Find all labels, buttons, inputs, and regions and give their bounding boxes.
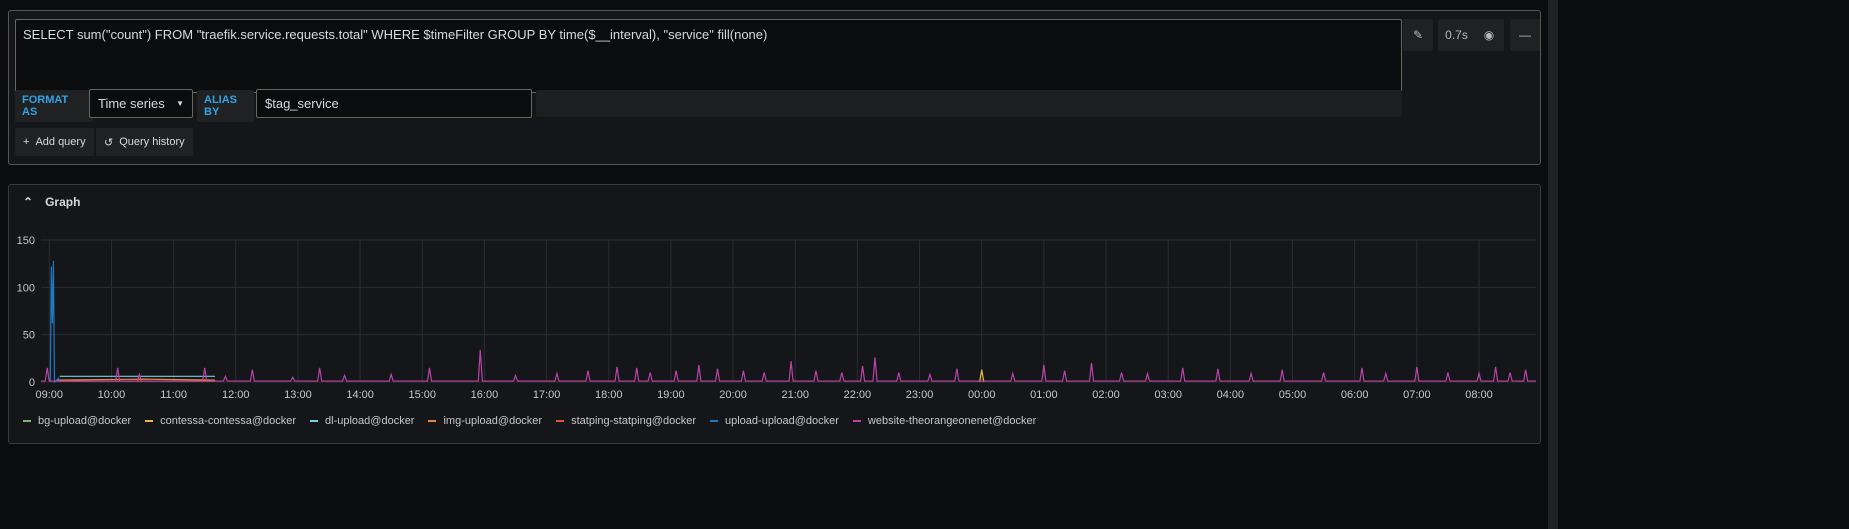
series-line-upload-upload	[49, 260, 61, 384]
edit-mode-button[interactable]: ✎	[1403, 19, 1433, 51]
x-tick-label: 06:00	[1341, 389, 1369, 401]
legend-label: bg-upload@docker	[38, 415, 132, 427]
series-color-swatch	[556, 420, 565, 422]
x-tick-label: 17:00	[533, 389, 561, 401]
legend-item[interactable]: bg-upload@docker	[23, 415, 131, 427]
graph-header[interactable]: ⌃ Graph	[23, 195, 80, 209]
x-tick-label: 05:00	[1279, 389, 1307, 401]
legend-label: upload-upload@docker	[725, 415, 839, 427]
x-tick-label: 15:00	[408, 389, 436, 401]
x-tick-label: 18:00	[595, 389, 623, 401]
x-tick-label: 12:00	[222, 389, 250, 401]
legend-item[interactable]: website-theorangeonenet@docker	[852, 415, 1037, 427]
legend-item[interactable]: statping-statping@docker	[556, 415, 696, 427]
graph-panel: ⌃ Graph 0 50 100 150 09:00 10:00 11:00 12:00 13:0…	[8, 184, 1541, 444]
y-tick-label: 0	[29, 377, 35, 389]
y-tick-label: 50	[23, 330, 35, 342]
series-color-swatch	[428, 420, 437, 422]
query-history-button[interactable]: ↺ Query history	[96, 128, 193, 156]
series-line-website-theorangeonenet	[41, 349, 1536, 382]
y-tick-label: 100	[17, 282, 35, 294]
legend-label: dl-upload@docker	[325, 415, 415, 427]
legend-label: statping-statping@docker	[571, 415, 696, 427]
series-color-swatch	[710, 420, 718, 422]
x-tick-label: 21:00	[781, 389, 809, 401]
series-color-swatch	[852, 420, 861, 422]
scrollbar[interactable]	[1548, 0, 1558, 529]
legend-item[interactable]: dl-upload@docker	[310, 415, 414, 427]
x-tick-label: 04:00	[1217, 389, 1245, 401]
series-line-img-upload	[57, 378, 216, 381]
series-color-swatch	[310, 420, 319, 422]
series-color-swatch	[145, 420, 154, 422]
x-tick-label: 11:00	[160, 389, 187, 401]
filler	[536, 90, 1402, 117]
plus-icon: +	[23, 136, 30, 148]
legend-item[interactable]: img-upload@docker	[428, 415, 542, 427]
add-query-label: Add query	[35, 136, 86, 148]
query-textarea[interactable]: SELECT sum("count") FROM "traefik.servic…	[15, 19, 1402, 93]
x-tick-label: 09:00	[36, 389, 64, 401]
query-editor-panel: SELECT sum("count") FROM "traefik.servic…	[8, 10, 1541, 165]
add-query-button[interactable]: + Add query	[15, 128, 94, 156]
alias-input[interactable]: $tag_service	[256, 89, 532, 118]
legend-item[interactable]: upload-upload@docker	[710, 415, 839, 427]
legend-label: img-upload@docker	[443, 415, 543, 427]
x-tick-label: 03:00	[1154, 389, 1182, 401]
x-tick-label: 00:00	[968, 389, 996, 401]
chevron-up-icon: ⌃	[23, 195, 34, 209]
x-tick-label: 01:00	[1030, 389, 1058, 401]
eye-icon: ◉	[1483, 28, 1495, 42]
minus-icon: —	[1519, 28, 1531, 42]
pencil-icon: ✎	[1412, 28, 1424, 42]
x-tick-label: 22:00	[844, 389, 872, 401]
format-value: Time series	[98, 96, 165, 111]
x-tick-label: 19:00	[657, 389, 685, 401]
query-history-label: Query history	[119, 136, 185, 148]
alias-by-label: ALIAS BY	[197, 90, 254, 122]
x-tick-label: 16:00	[471, 389, 499, 401]
time-series-chart[interactable]: 0 50 100 150 09:00 10:00 11:00 12:00 13:00 14:00 1…	[9, 215, 1542, 435]
x-tick-label: 23:00	[906, 389, 934, 401]
query-time-badge: 0.7s	[1438, 19, 1475, 51]
x-tick-label: 14:00	[346, 389, 374, 401]
x-tick-label: 02:00	[1092, 389, 1120, 401]
x-tick-label: 13:00	[284, 389, 312, 401]
legend-item[interactable]: contessa-contessa@docker	[145, 415, 296, 427]
x-tick-label: 08:00	[1465, 389, 1493, 401]
remove-query-button[interactable]: —	[1510, 19, 1540, 51]
y-tick-label: 150	[17, 235, 35, 247]
legend: bg-upload@docker contessa-contessa@docker…	[23, 415, 1036, 427]
legend-label: contessa-contessa@docker	[160, 415, 297, 427]
format-select[interactable]: Time series ▼	[89, 89, 193, 118]
history-icon: ↺	[104, 136, 114, 149]
x-tick-label: 20:00	[719, 389, 747, 401]
x-tick-label: 07:00	[1403, 389, 1431, 401]
series-color-swatch	[23, 420, 31, 422]
x-tick-label: 10:00	[98, 389, 126, 401]
format-as-label: FORMAT AS	[15, 90, 93, 122]
toggle-visibility-button[interactable]: ◉	[1474, 19, 1504, 51]
legend-label: website-theorangeonenet@docker	[867, 415, 1037, 427]
caret-down-icon: ▼	[176, 99, 184, 108]
graph-title: Graph	[45, 195, 81, 209]
